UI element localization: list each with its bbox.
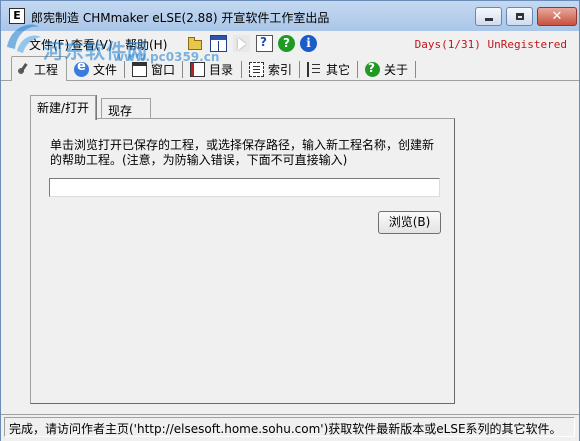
tab-index[interactable]: 索引 [246,59,300,80]
book-icon [190,62,205,77]
watermark-logo-icon [7,24,41,53]
index-icon [249,62,264,77]
ie-icon [74,59,89,77]
window-title: 郎宪制造 CHMmaker eLSE(2.88) 开宣软件工作室出品 [31,11,330,25]
project-path-field[interactable] [49,178,440,197]
maximize-icon [515,13,524,20]
maximize-button[interactable] [506,7,533,26]
window-icon [132,62,147,77]
instruction-text: 单击浏览打开已保存的工程，或选择保存路径，输入新工程名称，创建新的帮助工程。(注… [50,138,435,167]
project-page: 新建/打开 现存 单击浏览打开已保存的工程，或选择保存路径，输入新工程名称，创建… [8,81,574,409]
close-button[interactable]: ✕ [537,7,577,26]
tab-separator [299,61,300,78]
new-open-panel: 单击浏览打开已保存的工程，或选择保存路径，输入新工程名称，创建新的帮助工程。(注… [30,118,455,404]
watermark-url: www.pc0359.cn [113,50,220,64]
tab-label: 关于 [384,63,409,77]
status-bar: 完成，请访问作者主页('http://elsesoft.home.sohu.co… [1,414,579,441]
tab-separator [415,61,416,78]
tab-label: 索引 [268,63,293,77]
tab-label: 其它 [326,63,351,77]
main-window: E 郎宪制造 CHMmaker eLSE(2.88) 开宣软件工作室出品 ✕ 文… [0,0,580,441]
tab-separator [357,61,358,78]
browse-button[interactable]: 浏览(B) [378,211,441,234]
help-question-icon[interactable]: ? [278,35,295,52]
subtab-existing[interactable]: 现存 [101,98,151,119]
minimize-button[interactable] [475,7,502,26]
project-icon [15,61,30,77]
close-icon: ✕ [551,9,563,24]
play-icon[interactable] [233,35,250,52]
tab-about[interactable]: 关于 [362,59,416,80]
about-icon [365,61,380,77]
list-icon [307,62,322,77]
title-bar[interactable]: E 郎宪制造 CHMmaker eLSE(2.88) 开宣软件工作室出品 ✕ [1,1,579,32]
registration-status: Days(1/31) UnRegistered [414,38,567,51]
tab-separator [241,61,242,78]
tab-other[interactable]: 其它 [304,59,358,80]
info-icon[interactable]: i [300,35,317,52]
help-document-icon[interactable] [256,35,273,52]
status-text: 完成，请访问作者主页('http://elsesoft.home.sohu.co… [4,417,575,437]
subtab-new-open[interactable]: 新建/打开 [30,95,97,120]
minimize-icon [484,18,493,21]
